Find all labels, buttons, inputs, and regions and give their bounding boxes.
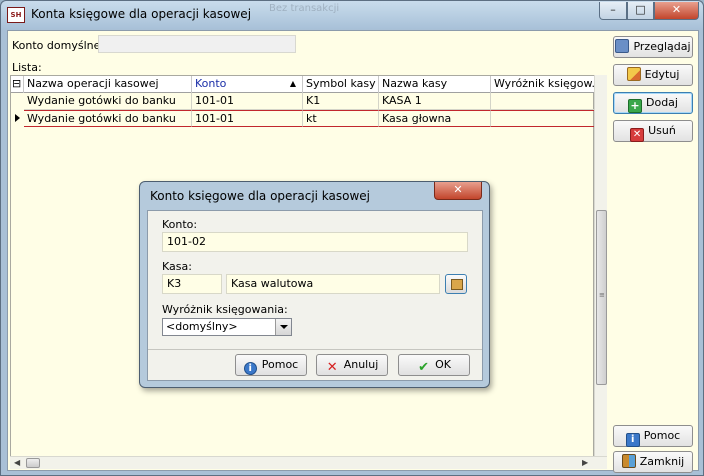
cell-operation[interactable]: Wydanie gotówki do banku	[24, 110, 192, 127]
column-header-account-label: Konto	[195, 77, 227, 90]
add-button-label: Dodaj	[646, 96, 678, 109]
info-icon: i	[625, 433, 640, 447]
ghost-text: Bez transakcji	[269, 3, 340, 14]
scroll-right-icon[interactable]: ▶	[582, 458, 588, 467]
cell-marker[interactable]	[491, 93, 595, 110]
chevron-down-icon[interactable]	[275, 319, 291, 335]
cell-cash-name[interactable]: Kasa głowna	[379, 110, 491, 127]
cash-name-field: Kasa walutowa	[226, 274, 440, 294]
main-window: SH Konta księgowe dla operacji kasowej B…	[0, 0, 704, 476]
plus-icon: +	[628, 99, 642, 113]
cell-cash-symbol[interactable]: kt	[303, 110, 379, 127]
window-title: Konta księgowe dla operacji kasowej	[31, 7, 252, 21]
cancel-button-label: Anuluj	[343, 358, 379, 371]
cell-account[interactable]: 101-01	[192, 110, 303, 127]
dialog-close-button[interactable]: ✕	[434, 182, 482, 200]
close-window-button[interactable]: ✕	[654, 2, 699, 20]
account-input[interactable]: 101-02	[162, 232, 468, 252]
account-dialog: Konto księgowe dla operacji kasowej ✕ Ko…	[139, 181, 490, 388]
pencil-icon	[626, 67, 641, 81]
default-account-field	[98, 35, 296, 53]
vertical-scrollbar[interactable]: ≡	[594, 75, 607, 459]
grid-menu-icon[interactable]: ⊟	[11, 76, 24, 93]
marker-select-value: <domyślny>	[166, 320, 238, 333]
close-button[interactable]: Zamknij	[613, 451, 693, 473]
title-bar[interactable]: SH Konta księgowe dla operacji kasowej B…	[1, 1, 703, 29]
horizontal-scrollbar[interactable]: ◀ ▶	[10, 456, 607, 469]
close-button-label: Zamknij	[639, 455, 685, 468]
cell-marker[interactable]	[491, 110, 595, 127]
checkmark-icon: ✔	[418, 360, 430, 375]
row-indicator	[11, 93, 24, 110]
ok-button-label: OK	[435, 358, 451, 371]
maximize-button[interactable]: □	[627, 2, 654, 20]
edit-button-label: Edytuj	[644, 68, 680, 81]
dialog-help-button[interactable]: i Pomoc	[235, 354, 307, 376]
cancel-x-icon: ✕	[326, 360, 338, 375]
cash-label: Kasa:	[162, 260, 192, 273]
ok-button[interactable]: ✔ OK	[398, 354, 470, 376]
marker-select[interactable]: <domyślny>	[162, 318, 292, 336]
marker-label: Wyróżnik księgowania:	[162, 303, 288, 316]
dialog-separator	[148, 349, 482, 350]
minimize-button[interactable]: –	[599, 2, 627, 20]
column-header-operation[interactable]: Nazwa operacji kasowej	[24, 76, 192, 93]
browse-icon	[615, 39, 630, 53]
edit-button[interactable]: Edytuj	[613, 64, 693, 86]
column-header-account[interactable]: Konto ▲	[192, 76, 303, 93]
default-account-label: Konto domyślne:	[12, 39, 105, 52]
app-icon: SH	[7, 7, 25, 23]
vertical-scroll-thumb[interactable]: ≡	[596, 210, 607, 385]
info-icon: i	[243, 362, 257, 375]
current-row-arrow-icon	[11, 110, 24, 127]
column-header-cash-symbol[interactable]: Symbol kasy	[303, 76, 379, 93]
column-header-cash-name[interactable]: Nazwa kasy	[379, 76, 491, 93]
cell-cash-symbol[interactable]: K1	[303, 93, 379, 110]
scroll-left-icon[interactable]: ◀	[14, 458, 20, 467]
list-label: Lista:	[12, 61, 42, 74]
table-row[interactable]: Wydanie gotówki do banku 101-01 kt Kasa …	[11, 110, 595, 127]
browse-button[interactable]: Przeglądaj	[613, 36, 693, 58]
table-row[interactable]: Wydanie gotówki do banku 101-01 K1 KASA …	[11, 93, 595, 110]
delete-button[interactable]: ✕ Usuń	[613, 120, 693, 142]
help-button-label: Pomoc	[643, 429, 681, 442]
cash-code-input[interactable]: K3	[162, 274, 222, 294]
cell-cash-name[interactable]: KASA 1	[379, 93, 491, 110]
add-button[interactable]: + Dodaj	[613, 92, 693, 114]
column-header-marker[interactable]: Wyróżnik księgow...	[491, 76, 595, 93]
sort-ascending-icon: ▲	[289, 79, 296, 88]
horizontal-scroll-thumb[interactable]	[26, 458, 40, 468]
door-exit-icon	[621, 454, 636, 468]
delete-button-label: Usuń	[648, 124, 676, 137]
help-button[interactable]: i Pomoc	[613, 425, 693, 447]
cell-account[interactable]: 101-01	[192, 93, 303, 110]
delete-icon: ✕	[630, 128, 645, 142]
dialog-help-label: Pomoc	[261, 358, 299, 371]
cancel-button[interactable]: ✕ Anuluj	[316, 354, 388, 376]
account-label: Konto:	[162, 218, 198, 231]
dialog-content: Konto: 101-02 Kasa: K3 Kasa walutowa Wyr…	[147, 210, 483, 381]
browse-button-label: Przeglądaj	[633, 40, 691, 53]
cash-picker-button[interactable]	[445, 274, 467, 294]
dialog-title: Konto księgowe dla operacji kasowej	[150, 189, 371, 203]
grid-header: ⊟ Nazwa operacji kasowej Konto ▲ Symbol …	[11, 76, 595, 93]
cell-operation[interactable]: Wydanie gotówki do banku	[24, 93, 192, 110]
